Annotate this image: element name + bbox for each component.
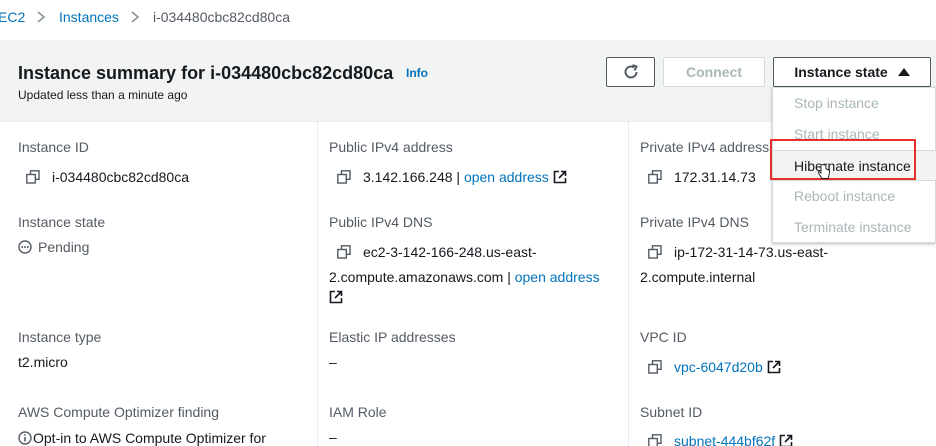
- external-link-icon[interactable]: [329, 290, 343, 304]
- subnet-id-link[interactable]: subnet-444bf62f: [674, 433, 775, 446]
- external-link-icon[interactable]: [553, 170, 567, 184]
- elastic-ip-value: –: [329, 354, 337, 370]
- caret-up-icon: [897, 68, 910, 76]
- info-link[interactable]: Info: [406, 66, 428, 80]
- iam-role-label: IAM Role: [329, 404, 387, 420]
- instance-id-label: Instance ID: [18, 139, 89, 155]
- instance-state-field-label: Instance state: [18, 214, 106, 230]
- external-link-icon[interactable]: [767, 360, 781, 374]
- menu-item-terminate-instance[interactable]: Terminate instance: [773, 212, 936, 243]
- column-divider: [317, 122, 318, 446]
- copy-icon[interactable]: [648, 170, 662, 184]
- breadcrumb: EC2 Instances i-034480cbc82cd80ca: [0, 0, 936, 38]
- public-dns-hostname-end: 2.compute.amazonaws.com |: [329, 269, 511, 285]
- refresh-button[interactable]: [606, 57, 655, 87]
- public-ipv4-value: 3.142.166.248 | open address: [363, 168, 567, 186]
- highlight-box: [770, 139, 916, 180]
- instance-state-label: Instance state: [794, 64, 888, 80]
- public-dns-value-line2: 2.compute.amazonaws.com | open address: [329, 268, 600, 286]
- copy-icon[interactable]: [337, 170, 351, 184]
- elastic-ip-label: Elastic IP addresses: [329, 329, 456, 345]
- chevron-right-icon: [37, 11, 46, 23]
- copy-icon[interactable]: [337, 245, 351, 259]
- subnet-id-value: subnet-444bf62f: [674, 432, 793, 446]
- copy-icon[interactable]: [648, 245, 662, 259]
- instance-state-button[interactable]: Instance state: [773, 57, 931, 87]
- external-link-icon[interactable]: [779, 434, 793, 446]
- public-ipv4-address: 3.142.166.248 |: [363, 169, 461, 185]
- instance-type-label: Instance type: [18, 329, 102, 345]
- copy-icon[interactable]: [648, 434, 662, 446]
- breadcrumb-instances-link[interactable]: Instances: [59, 8, 119, 26]
- private-dns-label: Private IPv4 DNS: [640, 214, 749, 230]
- private-dns-value-line2: 2.compute.internal: [640, 269, 756, 285]
- copy-icon[interactable]: [26, 170, 40, 184]
- hand-cursor-icon: [817, 164, 830, 179]
- refresh-icon: [624, 64, 638, 79]
- vpc-id-label: VPC ID: [640, 329, 687, 345]
- subnet-id-label: Subnet ID: [640, 404, 703, 420]
- breadcrumb-current-instance: i-034480cbc82cd80ca: [153, 9, 290, 25]
- open-address-link[interactable]: open address: [515, 269, 600, 285]
- connect-button[interactable]: Connect: [663, 57, 765, 87]
- private-ipv4-label: Private IPv4 addresses: [640, 139, 784, 155]
- breadcrumb-ec2-link[interactable]: EC2: [0, 8, 25, 26]
- chevron-right-icon: [131, 11, 140, 23]
- instance-state-value: Pending: [38, 239, 90, 255]
- instance-id-value: i-034480cbc82cd80ca: [52, 169, 189, 185]
- column-divider: [628, 122, 629, 446]
- vpc-id-value: vpc-6047d20b: [674, 358, 781, 376]
- private-dns-value-line1: ip-172-31-14-73.us-east-: [674, 244, 829, 260]
- compute-optimizer-value[interactable]: Opt-in to AWS Compute Optimizer for: [33, 429, 266, 446]
- compute-optimizer-label: AWS Compute Optimizer finding: [18, 404, 219, 420]
- open-address-link[interactable]: open address: [464, 169, 549, 185]
- instance-type-value: t2.micro: [18, 354, 68, 370]
- public-dns-label: Public IPv4 DNS: [329, 214, 433, 230]
- menu-item-stop-instance[interactable]: Stop instance: [773, 88, 936, 119]
- menu-item-reboot-instance[interactable]: Reboot instance: [773, 181, 936, 212]
- private-ipv4-value: 172.31.14.73: [674, 169, 756, 185]
- vpc-id-link[interactable]: vpc-6047d20b: [674, 359, 763, 375]
- info-status-icon: [18, 431, 32, 445]
- copy-icon[interactable]: [648, 360, 662, 374]
- pending-status-icon: [18, 240, 32, 254]
- page-title: Instance summary for i-034480cbc82cd80ca: [18, 63, 394, 83]
- public-dns-value-line1: ec2-3-142-166-248.us-east-: [363, 244, 537, 260]
- iam-role-value: –: [329, 429, 337, 445]
- public-ipv4-label: Public IPv4 address: [329, 139, 453, 155]
- updated-timestamp: Updated less than a minute ago: [18, 88, 188, 102]
